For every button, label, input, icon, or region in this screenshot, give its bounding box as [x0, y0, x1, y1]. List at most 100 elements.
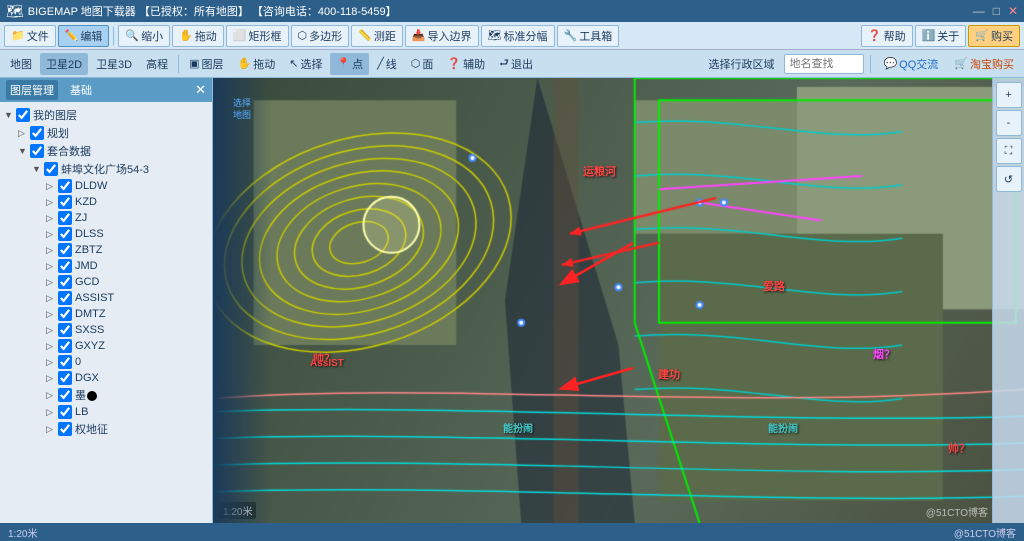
layer-tree-item[interactable]: ▷0	[0, 354, 212, 370]
layer-tree-item[interactable]: ▼ 我的图层	[0, 106, 212, 124]
hand-icon: ✋	[179, 29, 193, 42]
about-button[interactable]: ℹ️ 关于	[915, 25, 967, 47]
polygon-button[interactable]: ⬡ 多边形	[291, 25, 350, 47]
map-type-map[interactable]: 地图	[4, 53, 38, 75]
line-tool[interactable]: ╱ 线	[371, 53, 403, 75]
layer-tree-item[interactable]: ▷SXSS	[0, 322, 212, 338]
toolbar2-sep2	[870, 55, 871, 73]
layer-tree-item[interactable]: ▷GCD	[0, 274, 212, 290]
zoom-out-icon: 🔍	[125, 29, 139, 42]
minimize-button[interactable]: —	[973, 4, 985, 18]
map-area[interactable]: 选择地图 运粮河 爱路 建功 帅？ 能扮闹 能扮闹 能扮闹 帅？ 烟？ 能扮闹 …	[213, 78, 1024, 523]
exit-tool[interactable]: ⮐ 退出	[493, 53, 539, 75]
layer-tree-item[interactable]: ▷LB	[0, 404, 212, 420]
tree-arrow-icon: ▷	[46, 357, 58, 368]
tree-arrow-icon: ▷	[46, 261, 58, 272]
layer-visibility-checkbox[interactable]	[58, 243, 72, 257]
layer-visibility-checkbox[interactable]	[58, 422, 72, 436]
layer-visibility-checkbox[interactable]	[58, 211, 72, 225]
layer-tree-item[interactable]: ▷权地征	[0, 420, 212, 438]
tree-arrow-icon: ▷	[46, 293, 58, 304]
drag-tool[interactable]: ✋ 拖动	[232, 53, 282, 75]
help-button[interactable]: ❓ 帮助	[861, 25, 913, 47]
standard-grid-button[interactable]: 🗺 标准分幅	[481, 25, 555, 47]
layer-tree-item[interactable]: ▷规划	[0, 124, 212, 142]
layer-visibility-checkbox[interactable]	[58, 355, 72, 369]
area-tool[interactable]: ⬡ 面	[405, 53, 440, 75]
layer-tree-item[interactable]: ▷KZD	[0, 194, 212, 210]
import-boundary-button[interactable]: 📥 导入边界	[405, 25, 479, 47]
layer-tree-item[interactable]: ▷DGX	[0, 370, 212, 386]
taobao-buy-button[interactable]: 🛒 淘宝购买	[948, 53, 1020, 75]
qq-icon: 💬	[883, 57, 897, 70]
tree-arrow-icon: ▼	[4, 110, 16, 120]
select-icon: ↖	[289, 57, 298, 70]
zoom-out-right-button[interactable]: -	[996, 110, 1022, 136]
layer-tree-item[interactable]: ▼套合数据	[0, 142, 212, 160]
layer-visibility-checkbox[interactable]	[58, 259, 72, 273]
layer-visibility-checkbox[interactable]	[58, 195, 72, 209]
sidebar-close-button[interactable]: ✕	[195, 82, 206, 98]
qq-group-button[interactable]: 💬 QQ交流	[877, 53, 944, 75]
layer-visibility-checkbox[interactable]	[30, 144, 44, 158]
area-icon: ⬡	[411, 57, 421, 70]
file-menu-button[interactable]: 📁 文件	[4, 25, 56, 47]
zoom-out-button[interactable]: 🔍 缩小	[118, 25, 170, 47]
toolbar-separator	[113, 27, 114, 45]
buy-button[interactable]: 🛒 购买	[968, 25, 1020, 47]
layer-visibility-checkbox[interactable]	[58, 307, 72, 321]
layer-tree-item[interactable]: ▷墨	[0, 386, 212, 404]
layer-visibility-checkbox[interactable]	[58, 339, 72, 353]
layer-tree-item[interactable]: ▼蚌埠文化广场54-3	[0, 160, 212, 178]
layer-visibility-checkbox[interactable]	[58, 323, 72, 337]
drag-button[interactable]: ✋ 拖动	[172, 25, 224, 47]
layer-tree-item[interactable]: ▷ZJ	[0, 210, 212, 226]
sidebar-tabs: 图层管理 基础	[6, 80, 96, 100]
select-admin-region-button[interactable]: 选择行政区域	[702, 53, 780, 75]
place-search-input[interactable]	[784, 54, 864, 74]
fullscreen-button[interactable]: ⛶	[996, 138, 1022, 164]
maximize-button[interactable]: □	[993, 4, 1000, 18]
layer-tree-item[interactable]: ▷DMTZ	[0, 306, 212, 322]
refresh-button[interactable]: ↺	[996, 166, 1022, 192]
map-type-elevation[interactable]: 高程	[140, 53, 174, 75]
drag-icon: ✋	[238, 57, 252, 70]
layer-visibility-checkbox[interactable]	[30, 126, 44, 140]
layer-tree-item[interactable]: ▷DLDW	[0, 178, 212, 194]
layer-label: ASSIST	[75, 292, 114, 304]
layer-label: 我的图层	[33, 107, 77, 123]
tab-layer-management[interactable]: 图层管理	[6, 80, 58, 100]
map-type-satellite2d[interactable]: 卫星2D	[40, 53, 88, 75]
tab-basic[interactable]: 基础	[66, 80, 96, 100]
assist-tool[interactable]: ❓ 辅助	[441, 53, 491, 75]
layer-tree-item[interactable]: ▷ ASSIST	[0, 290, 212, 306]
toolbox-button[interactable]: 🔧 工具箱	[557, 25, 620, 47]
layer-visibility-checkbox[interactable]	[58, 291, 72, 305]
zoom-in-right-button[interactable]: +	[996, 82, 1022, 108]
select-tool[interactable]: ↖ 选择	[283, 53, 328, 75]
close-button[interactable]: ✕	[1008, 4, 1018, 18]
file-icon: 📁	[11, 29, 25, 42]
layer-visibility-checkbox[interactable]	[44, 162, 58, 176]
tree-arrow-icon: ▷	[46, 341, 58, 352]
layers-tool[interactable]: ▣ 图层	[183, 53, 229, 75]
layer-label: GCD	[75, 276, 99, 288]
layer-tree-item[interactable]: ▷DLSS	[0, 226, 212, 242]
layer-visibility-checkbox[interactable]	[58, 275, 72, 289]
map-type-satellite3d[interactable]: 卫星3D	[90, 53, 138, 75]
layer-tree-item[interactable]: ▷JMD	[0, 258, 212, 274]
layer-visibility-checkbox[interactable]	[58, 405, 72, 419]
layer-visibility-checkbox[interactable]	[58, 179, 72, 193]
tree-arrow-icon: ▼	[32, 164, 44, 174]
point-tool[interactable]: 📍 点	[330, 53, 369, 75]
layer-visibility-checkbox[interactable]	[58, 371, 72, 385]
layer-visibility-checkbox[interactable]	[58, 388, 72, 402]
layer-visibility-checkbox[interactable]	[16, 108, 30, 122]
layer-visibility-checkbox[interactable]	[58, 227, 72, 241]
measure-button[interactable]: 📏 测距	[351, 25, 403, 47]
layer-tree-item[interactable]: ▷ZBTZ	[0, 242, 212, 258]
layer-tree-item[interactable]: ▷GXYZ	[0, 338, 212, 354]
rect-button[interactable]: ⬜ 矩形框	[226, 25, 289, 47]
toolbar2-separator1	[178, 55, 179, 73]
edit-menu-button[interactable]: ✏️ 编辑	[58, 25, 110, 47]
